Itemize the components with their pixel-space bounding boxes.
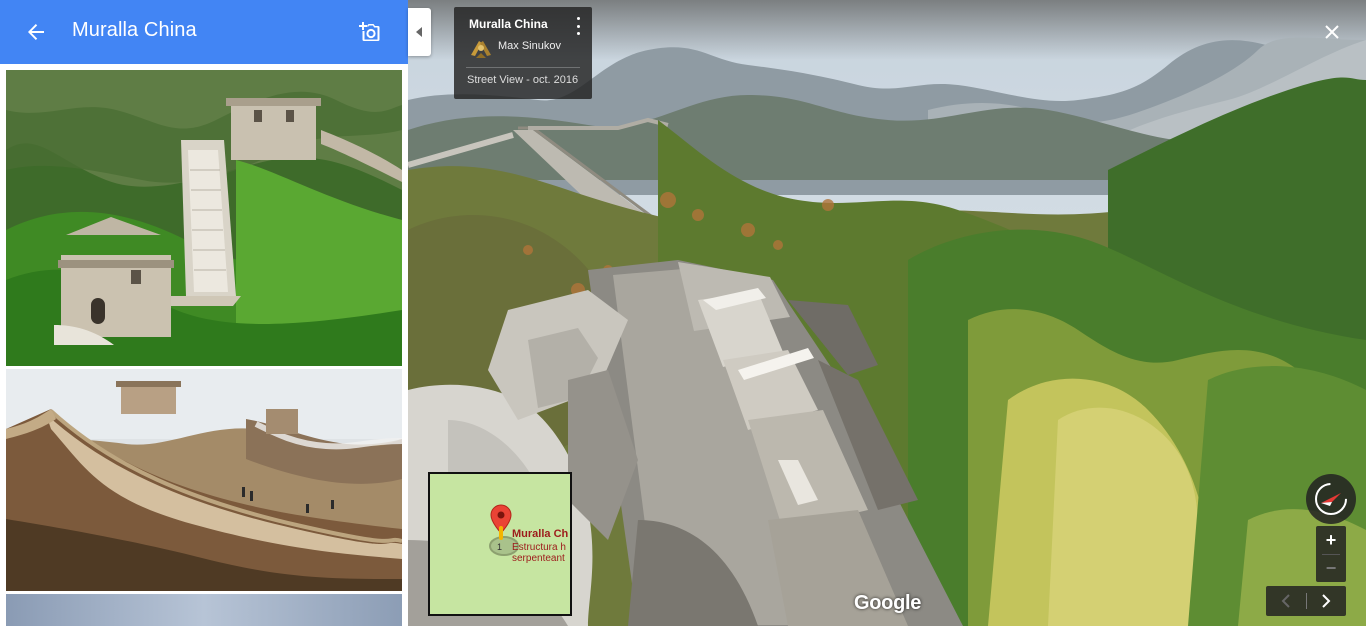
chevron-left-icon: [415, 27, 422, 37]
compass-button[interactable]: [1306, 474, 1356, 524]
add-photo-button[interactable]: [354, 16, 386, 48]
google-logo: Google: [854, 592, 922, 614]
photo-thumbnail-3[interactable]: [6, 594, 402, 626]
chevron-right-icon: [1322, 594, 1331, 608]
marker-number: 1: [497, 542, 503, 552]
map-pin-icon: [490, 504, 512, 540]
minimap-place-desc-2: serpenteant: [512, 553, 565, 564]
zoom-out-button[interactable]: −: [1316, 554, 1346, 582]
info-card-divider: [466, 67, 580, 68]
next-button[interactable]: [1306, 586, 1346, 616]
panel-header: Muralla China: [0, 0, 408, 64]
close-button[interactable]: [1318, 18, 1346, 46]
panel-title: Muralla China: [72, 19, 197, 41]
photo-nav-control: [1266, 586, 1346, 616]
info-card-author[interactable]: Max Sinukov: [498, 40, 561, 52]
collapse-panel-button[interactable]: [408, 8, 431, 56]
compass-icon: [1315, 483, 1347, 515]
info-card: Muralla China Max Sinukov Street View - …: [454, 7, 592, 99]
great-wall-photo-3: [6, 594, 402, 626]
great-wall-photo-1: [6, 70, 402, 366]
great-wall-photo-2: [6, 369, 402, 591]
back-button[interactable]: [20, 16, 52, 48]
minimap-place-name: Muralla Ch: [512, 528, 569, 540]
zoom-in-button[interactable]: +: [1316, 526, 1346, 554]
info-card-title[interactable]: Muralla China: [469, 17, 548, 31]
photo-thumbnail-1[interactable]: [6, 70, 402, 366]
minimap-place-desc-1: Estructura h: [512, 542, 566, 553]
more-vert-icon[interactable]: [572, 17, 584, 35]
photos-panel: Muralla China: [0, 0, 408, 626]
close-icon: [1325, 25, 1339, 39]
minimap[interactable]: 1 Muralla Ch Estructura h serpenteant: [428, 472, 572, 616]
photo-thumbnail-2[interactable]: [6, 369, 402, 591]
zoom-control: + −: [1316, 526, 1346, 582]
street-view-app: Muralla China Muralla China Max Sinukov …: [0, 0, 1366, 626]
add-photo-camera-icon: [359, 22, 380, 41]
chevron-left-icon: [1281, 594, 1290, 608]
author-avatar[interactable]: [468, 35, 494, 61]
arrow-back-icon: [28, 24, 44, 40]
previous-button[interactable]: [1266, 586, 1306, 616]
info-card-date: Street View - oct. 2016: [467, 74, 579, 86]
